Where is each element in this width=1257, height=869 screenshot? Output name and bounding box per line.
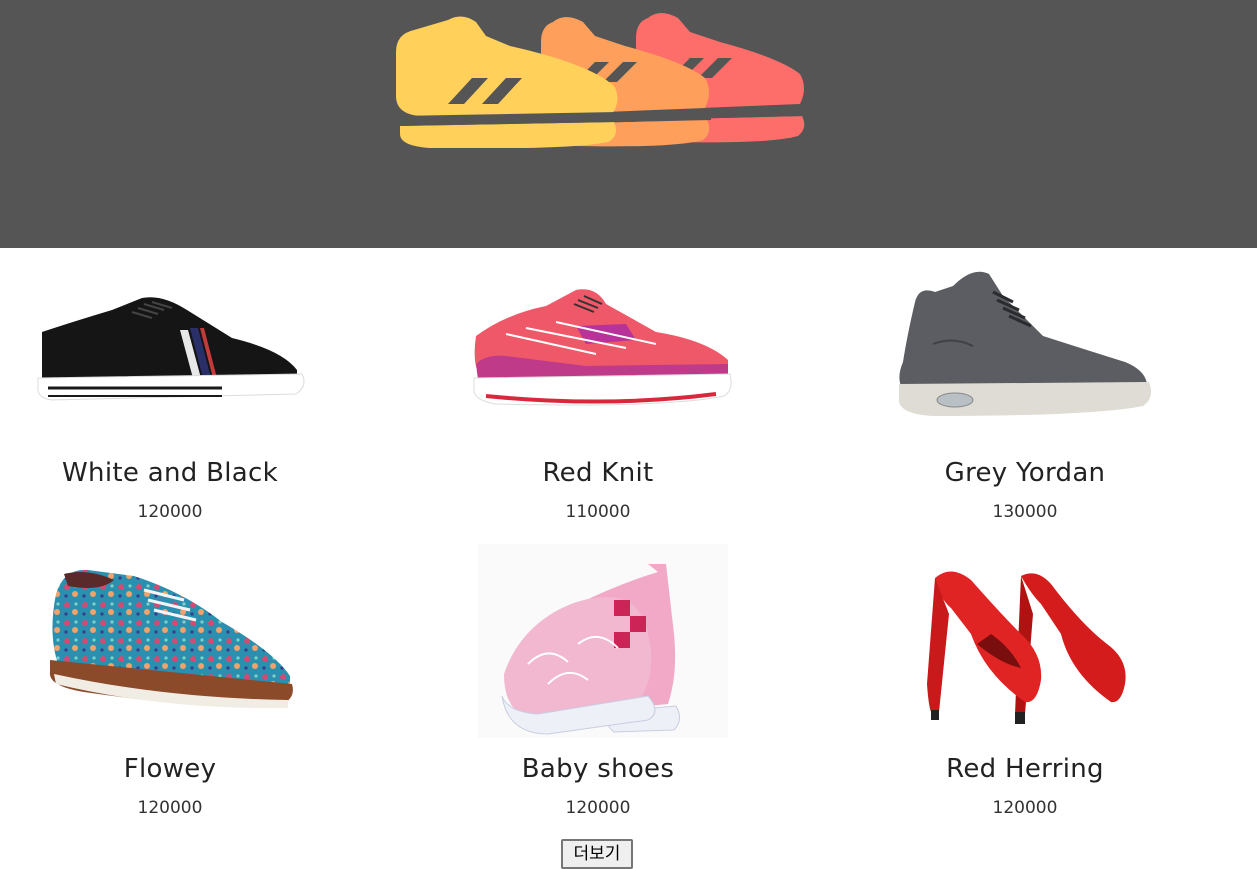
product-card[interactable]: Baby shoes 120000 xyxy=(428,544,768,818)
product-name[interactable]: Grey Yordan xyxy=(855,458,1195,488)
black-sneaker-image[interactable] xyxy=(0,262,340,442)
header-banner xyxy=(0,0,1257,248)
product-name[interactable]: Baby shoes xyxy=(428,754,768,784)
product-price: 110000 xyxy=(565,502,631,522)
product-card[interactable]: Grey Yordan 130000 xyxy=(855,262,1195,522)
pink-slip-on-shoes-image[interactable] xyxy=(428,544,768,738)
product-card[interactable]: Red Herring 120000 xyxy=(855,558,1195,818)
product-name[interactable]: Red Knit xyxy=(428,458,768,488)
product-price: 130000 xyxy=(992,502,1058,522)
product-price: 120000 xyxy=(992,798,1058,818)
sneakers-logo-icon xyxy=(396,13,806,148)
product-price: 120000 xyxy=(565,798,631,818)
product-card[interactable]: Flowey 120000 xyxy=(0,558,340,818)
product-price: 120000 xyxy=(137,798,203,818)
product-price: 120000 xyxy=(137,502,203,522)
product-name[interactable]: Red Herring xyxy=(855,754,1195,784)
grey-high-top-sneaker-image[interactable] xyxy=(855,262,1195,442)
product-name[interactable]: White and Black xyxy=(0,458,340,488)
product-name[interactable]: Flowey xyxy=(0,754,340,784)
floral-oxford-shoe-image[interactable] xyxy=(0,558,340,738)
product-card[interactable]: White and Black 120000 xyxy=(0,262,340,522)
product-card[interactable]: Red Knit 110000 xyxy=(428,262,768,522)
red-high-heels-image[interactable] xyxy=(855,558,1195,738)
red-knit-running-shoe-image[interactable] xyxy=(428,262,768,442)
load-more-button[interactable]: 더보기 xyxy=(561,839,633,869)
